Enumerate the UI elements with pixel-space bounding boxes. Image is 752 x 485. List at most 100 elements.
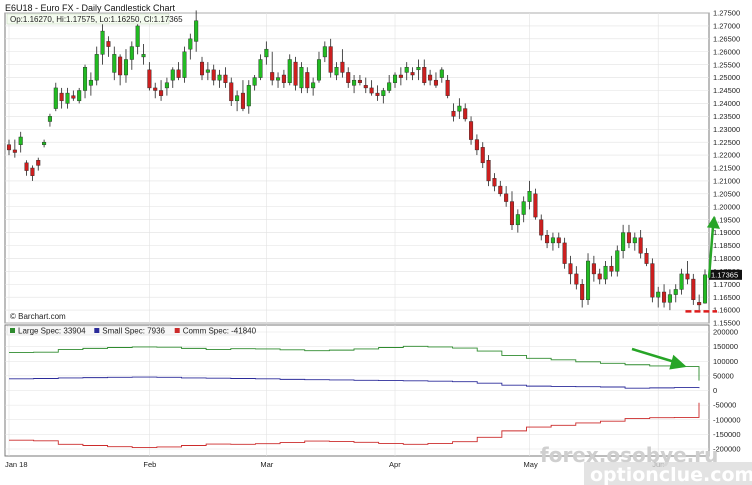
candle-body [632, 237, 637, 244]
candle-body [217, 74, 222, 81]
candle-body [574, 273, 579, 285]
price-tick-label: 1.25500 [713, 60, 740, 69]
candle-body [521, 201, 526, 215]
candle-body [47, 116, 52, 122]
price-tick-label: 1.18500 [713, 241, 740, 250]
x-tick-label: Apr [389, 460, 401, 469]
x-tick-label: Feb [143, 460, 156, 469]
candle-body [311, 82, 316, 89]
x-tick-label: Mar [260, 460, 273, 469]
candle-body [527, 191, 532, 202]
candle-body [363, 85, 368, 89]
candle-body [504, 193, 509, 202]
candle-body [673, 289, 678, 295]
candle-body [182, 51, 187, 78]
candle-body [650, 263, 655, 298]
candle-body [71, 95, 76, 99]
price-pane: 1.155001.160001.165001.170001.175001.180… [4, 9, 742, 328]
candle-body [211, 69, 216, 81]
price-tick-label: 1.24000 [713, 99, 740, 108]
cot-legend-label: Comm Spec: -41840 [183, 327, 257, 336]
candle-body [88, 79, 93, 86]
price-tick-label: 1.20000 [713, 202, 740, 211]
candle-body [580, 284, 585, 300]
cot-tick-label: 50000 [713, 371, 734, 380]
candle-body [550, 237, 555, 244]
candle-body [42, 141, 47, 145]
price-tick-label: 1.23500 [713, 112, 740, 121]
candle-body [603, 265, 608, 280]
candle-body [492, 178, 497, 187]
candle-body [439, 69, 444, 78]
x-tick-label: May [524, 460, 538, 469]
candle-body [147, 69, 152, 89]
candle-body [422, 67, 427, 83]
candle-body [199, 61, 205, 76]
cot-tick-label: 150000 [713, 342, 738, 351]
candle-body [94, 54, 99, 81]
candle-body [539, 219, 544, 236]
price-tick-label: 1.15500 [713, 319, 740, 328]
candle-body [556, 237, 561, 244]
candle-body [6, 144, 12, 151]
candle [650, 258, 655, 303]
price-tick-label: 1.22500 [713, 138, 740, 147]
candle-body [562, 242, 567, 264]
candle-body [264, 48, 269, 58]
price-tick-label: 1.17000 [713, 280, 740, 289]
candle-body [469, 121, 474, 140]
candle-body [474, 139, 479, 151]
candle-body [205, 69, 210, 73]
price-tick-label: 1.27000 [713, 22, 740, 31]
candle-body [369, 87, 374, 94]
candle-body [153, 87, 158, 91]
candle-body [644, 253, 649, 264]
price-tick-label: 1.27500 [713, 9, 740, 18]
price-tick-label: 1.20500 [713, 189, 740, 198]
candle-body [509, 201, 515, 226]
candle-body [159, 90, 164, 96]
candle-body [656, 291, 661, 298]
candle-body [59, 92, 64, 102]
candle-body [480, 147, 485, 164]
candle-body [451, 110, 456, 117]
candle-body [188, 38, 193, 50]
candle-body [170, 69, 175, 81]
cot-legend-swatch [10, 328, 15, 333]
cot-legend-swatch [94, 328, 100, 333]
price-tick-label: 1.19000 [713, 228, 740, 237]
candle-body [141, 54, 146, 58]
candle-body [568, 263, 573, 275]
candle-body [685, 273, 690, 280]
candle-body [357, 79, 362, 83]
candle-body [679, 273, 684, 290]
candle-body [533, 193, 538, 218]
candle-body [410, 72, 415, 76]
cot-tick-label: -50000 [713, 401, 736, 410]
cot-tick-label: -150000 [713, 430, 741, 439]
cot-tick-label: 200000 [713, 328, 738, 337]
candle-body [112, 54, 117, 73]
cot-pane: 200000 150000 100000 50000 0 -50000 -100000 -15… [4, 324, 741, 457]
price-tick-label: 1.24500 [713, 86, 740, 95]
candle-body [24, 162, 29, 171]
candle-body [428, 74, 433, 81]
ohlc-label: Op:1.16270, Hi:1.17575, Lo:1.16250, Cl:1… [10, 15, 183, 24]
candle-body [591, 263, 596, 275]
candle [293, 56, 298, 91]
candle-body [83, 67, 88, 91]
cot-tick-label: -100000 [713, 415, 741, 424]
candle-body [164, 82, 169, 89]
candle-body [486, 160, 491, 182]
candle-body [463, 108, 468, 120]
candle-body [404, 67, 409, 73]
price-tick-label: 1.22000 [713, 151, 740, 160]
candle-body [223, 74, 228, 83]
price-tick-label: 1.21000 [713, 177, 740, 186]
candle-body [305, 72, 310, 89]
candle-body [615, 250, 620, 272]
watermark-secondary: optionclue.com [590, 464, 752, 485]
price-tick-label: 1.18000 [713, 254, 740, 263]
candle-body [416, 67, 421, 71]
candle-body [246, 85, 251, 107]
